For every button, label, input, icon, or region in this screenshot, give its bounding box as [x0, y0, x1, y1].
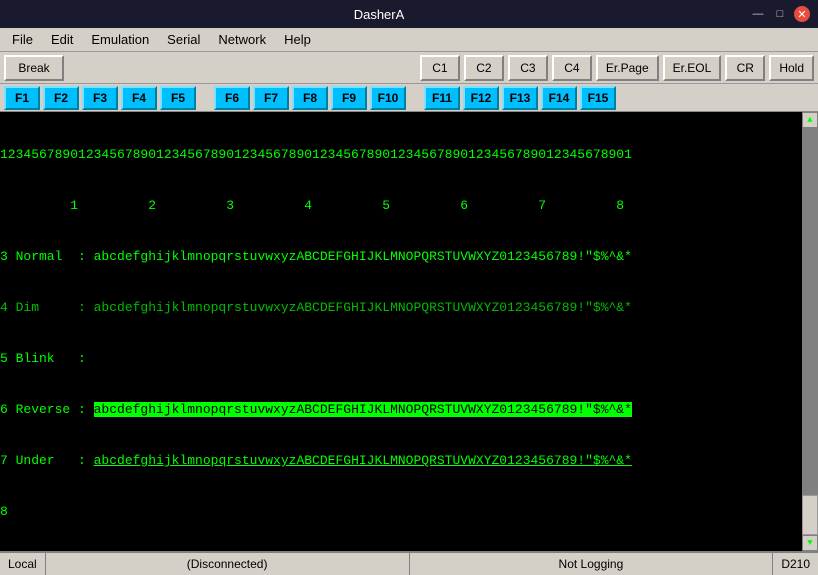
- menu-file[interactable]: File: [4, 30, 41, 49]
- terminal-line-6: 6 Reverse : abcdefghijklmnopqrstuvwxyzAB…: [0, 401, 810, 418]
- c2-button[interactable]: C2: [464, 55, 504, 81]
- terminal-line-7: 7 Under : abcdefghijklmnopqrstuvwxyzABCD…: [0, 452, 810, 469]
- status-connection: (Disconnected): [46, 553, 410, 575]
- f10-button[interactable]: F10: [370, 86, 406, 110]
- f14-button[interactable]: F14: [541, 86, 577, 110]
- app-title: DasherA: [8, 7, 750, 22]
- f15-button[interactable]: F15: [580, 86, 616, 110]
- cr-button[interactable]: CR: [725, 55, 765, 81]
- terminal-area[interactable]: 1234567890123456789012345678901234567890…: [0, 112, 818, 551]
- scroll-down-button[interactable]: ▼: [802, 535, 818, 551]
- f12-button[interactable]: F12: [463, 86, 499, 110]
- f13-button[interactable]: F13: [502, 86, 538, 110]
- toolbar2-fkeys: F1 F2 F3 F4 F5 F6 F7 F8 F9 F10 F11 F12 F…: [0, 84, 818, 112]
- scroll-track[interactable]: [802, 128, 818, 535]
- c1-button[interactable]: C1: [420, 55, 460, 81]
- status-bar: Local (Disconnected) Not Logging D210: [0, 551, 818, 575]
- terminal-line-5: 5 Blink :: [0, 350, 810, 367]
- f7-button[interactable]: F7: [253, 86, 289, 110]
- f3-button[interactable]: F3: [82, 86, 118, 110]
- title-bar: DasherA — □ ✕: [0, 0, 818, 28]
- terminal-ruler-line: 1234567890123456789012345678901234567890…: [0, 146, 810, 163]
- status-mode: D210: [773, 553, 818, 575]
- terminal-scrollbar[interactable]: ▲ ▼: [802, 112, 818, 551]
- c4-button[interactable]: C4: [552, 55, 592, 81]
- ereol-button[interactable]: Er.EOL: [663, 55, 722, 81]
- toolbar1: Break C1 C2 C3 C4 Er.Page Er.EOL CR Hold: [0, 52, 818, 84]
- f5-button[interactable]: F5: [160, 86, 196, 110]
- menu-bar: File Edit Emulation Serial Network Help: [0, 28, 818, 52]
- erpage-button[interactable]: Er.Page: [596, 55, 659, 81]
- f6-button[interactable]: F6: [214, 86, 250, 110]
- menu-edit[interactable]: Edit: [43, 30, 81, 49]
- terminal-line-3: 3 Normal : abcdefghijklmnopqrstuvwxyzABC…: [0, 248, 810, 265]
- break-button[interactable]: Break: [4, 55, 64, 81]
- f2-button[interactable]: F2: [43, 86, 79, 110]
- menu-network[interactable]: Network: [210, 30, 274, 49]
- status-local: Local: [0, 553, 46, 575]
- status-logging: Not Logging: [410, 553, 774, 575]
- window-controls: — □ ✕: [750, 6, 810, 22]
- menu-emulation[interactable]: Emulation: [83, 30, 157, 49]
- scroll-up-button[interactable]: ▲: [802, 112, 818, 128]
- close-button[interactable]: ✕: [794, 6, 810, 22]
- c3-button[interactable]: C3: [508, 55, 548, 81]
- f9-button[interactable]: F9: [331, 86, 367, 110]
- menu-help[interactable]: Help: [276, 30, 319, 49]
- hold-button[interactable]: Hold: [769, 55, 814, 81]
- f1-button[interactable]: F1: [4, 86, 40, 110]
- f11-button[interactable]: F11: [424, 86, 460, 110]
- menu-serial[interactable]: Serial: [159, 30, 208, 49]
- minimize-button[interactable]: —: [750, 6, 766, 22]
- f8-button[interactable]: F8: [292, 86, 328, 110]
- terminal-line-4: 4 Dim : abcdefghijklmnopqrstuvwxyzABCDEF…: [0, 299, 810, 316]
- maximize-button[interactable]: □: [772, 6, 788, 22]
- terminal-line-8: 8: [0, 503, 810, 520]
- terminal-ruler-markers: 1 2 3 4 5 6 7 8: [0, 197, 810, 214]
- scroll-thumb[interactable]: [802, 495, 818, 535]
- terminal-content: 1234567890123456789012345678901234567890…: [0, 112, 810, 551]
- f4-button[interactable]: F4: [121, 86, 157, 110]
